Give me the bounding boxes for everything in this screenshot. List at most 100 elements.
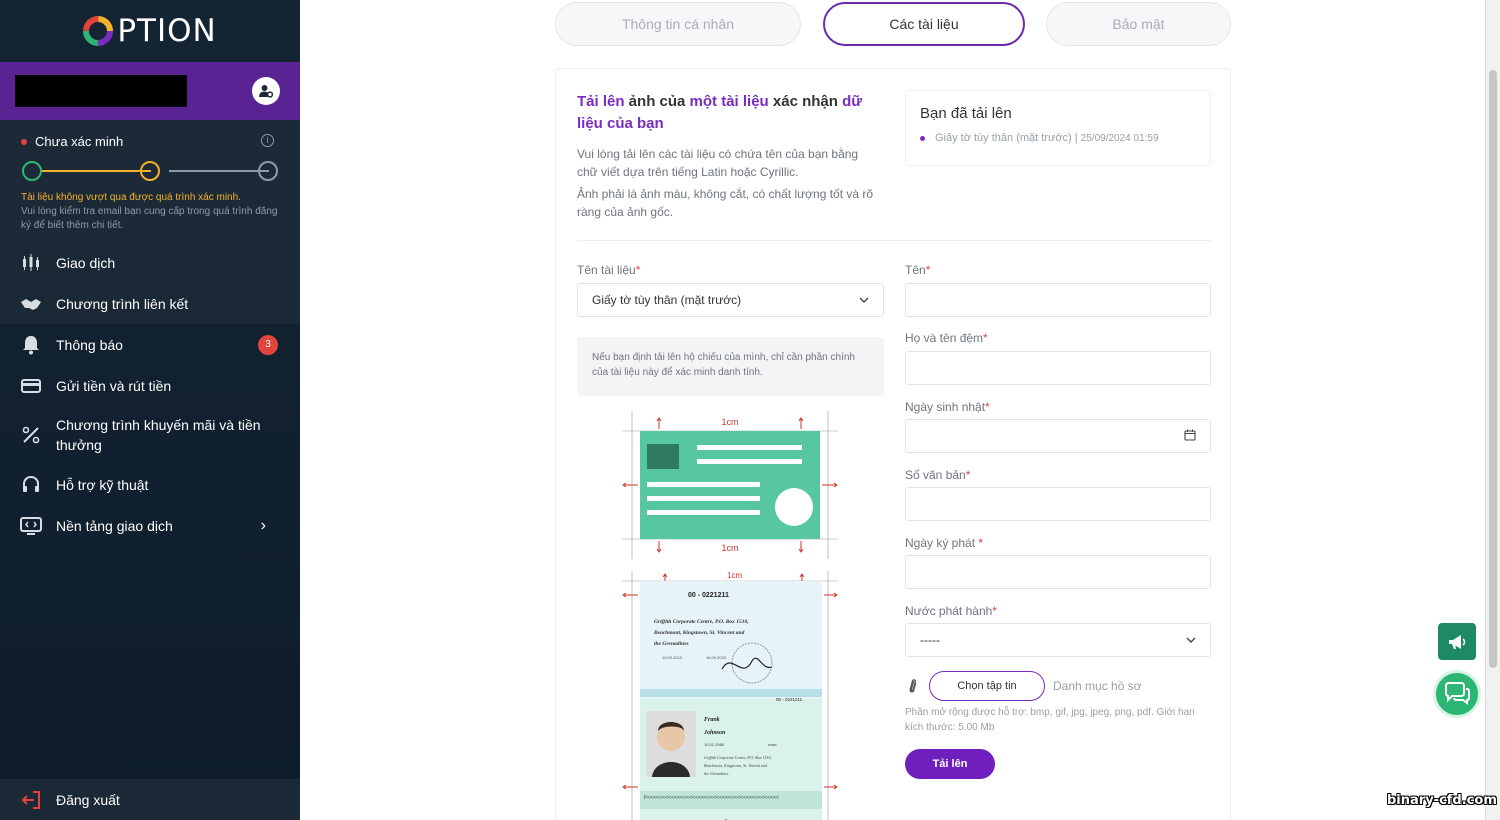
doc-number-input[interactable] — [905, 487, 1211, 521]
sidebar-item-notifications[interactable]: Thông báo 3 — [0, 324, 300, 365]
first-name-input[interactable] — [905, 283, 1211, 317]
mrz-line: P<<<<<<<<<<<<<<<<<<<<<<<<<<<<<<<<<<<<<<<… — [644, 795, 779, 801]
sidebar-item-platforms[interactable]: Nền tảng giao dịch › — [0, 505, 300, 546]
announcements-button[interactable] — [1438, 623, 1476, 660]
holder-address-3: the Grenadines — [704, 771, 729, 776]
progress-line-pending — [169, 170, 269, 172]
id-card-illustration: 1cm 1cm — [622, 411, 838, 559]
label-text: Ngày sinh nhật — [905, 400, 986, 414]
logo-text: PTION — [117, 13, 217, 49]
required-mark: * — [985, 400, 990, 414]
watermark: binary-cfd.com — [1387, 793, 1497, 808]
label-text: Họ và tên đệm — [905, 331, 984, 345]
label-text: Tên tài liệu — [577, 263, 636, 277]
issue-date-input[interactable] — [905, 555, 1211, 589]
uploaded-item-date: 25/09/2024 01:59 — [1080, 133, 1159, 144]
label-text: Tên — [905, 263, 926, 277]
sidebar-item-trading[interactable]: Giao dịch — [0, 242, 300, 283]
tab-documents[interactable]: Các tài liệu — [823, 2, 1025, 46]
scrollbar-thumb[interactable] — [1489, 70, 1497, 668]
intro-paragraph: Vui lòng tải lên các tài liệu có chứa tê… — [577, 147, 859, 179]
holder-dob: 10.02.1980 — [704, 742, 725, 747]
upload-intro: Tải lên ảnh của một tài liệu xác nhận dữ… — [577, 91, 882, 221]
sidebar-item-label: Chương trình liên kết — [56, 295, 189, 312]
sidebar-item-affiliate[interactable]: Chương trình liên kết — [0, 283, 300, 324]
choose-file-button[interactable]: Chọn tập tin — [929, 671, 1045, 701]
margin-label: 1cm — [721, 543, 738, 553]
birthday-input[interactable] — [905, 419, 1211, 453]
notification-badge: 3 — [258, 334, 278, 355]
logout-button[interactable]: Đăng xuất — [0, 779, 300, 820]
doc-type-select[interactable]: Giấy tờ tùy thân (mặt trước) — [577, 283, 884, 317]
sidebar-menu: Giao dịch Chương trình liên kết Thông bá… — [0, 242, 300, 546]
sidebar-item-support[interactable]: Hỗ trợ kỹ thuật — [0, 464, 300, 505]
logout-label: Đăng xuất — [56, 791, 120, 808]
country-value: ----- — [920, 633, 940, 647]
label-text: Ngày ký phát — [905, 536, 979, 550]
sidebar-item-deposit[interactable]: Gửi tiền và rút tiền — [0, 365, 300, 406]
passport-date-2: 16.09.2023 — [706, 655, 727, 660]
upload-button-label: Tải lên — [932, 758, 968, 770]
tab-label: Bảo mật — [1112, 16, 1165, 32]
sidebar-item-promotions[interactable]: Chương trình khuyến mãi và tiền thưởng — [0, 406, 300, 464]
choose-file-label: Chọn tập tin — [957, 680, 1017, 692]
chevron-down-icon — [1186, 634, 1196, 646]
tab-personal-info[interactable]: Thông tin cá nhân — [555, 2, 801, 46]
sample-passport-image: 1cm 00 - 0221211 Griffith Corporate Cent… — [622, 571, 838, 820]
progress-step-2 — [140, 161, 160, 181]
required-mark: * — [925, 263, 931, 277]
birthday-label: Ngày sinh nhật* — [905, 400, 990, 414]
required-mark: * — [965, 468, 971, 482]
uploaded-item-name: Giấy tờ tùy thân (mặt trước) | — [935, 132, 1078, 144]
margin-label: 1cm — [721, 417, 738, 427]
user-bar — [0, 62, 300, 120]
passport-number: 00 - 0221211 — [688, 592, 729, 599]
passport-date-1: 10.09.2013 — [662, 655, 683, 660]
chevron-right-icon: › — [260, 516, 266, 534]
sample-id-card-image: 1cm 1cm — [622, 411, 838, 559]
country-select[interactable]: ----- — [905, 623, 1211, 657]
chat-button[interactable] — [1433, 670, 1481, 718]
intro-paragraph: Ảnh phải là ảnh màu, không cắt, có chất … — [577, 187, 874, 219]
logo[interactable]: PTION — [0, 0, 300, 62]
megaphone-icon — [1449, 634, 1466, 649]
candlestick-icon — [20, 252, 42, 274]
last-name-input[interactable] — [905, 351, 1211, 385]
sidebar-item-label: Thông báo — [56, 336, 123, 353]
passport-address-1: Griffith Corporate Centre, P.O. Box 1510… — [654, 619, 749, 625]
tab-security[interactable]: Bảo mật — [1046, 2, 1231, 46]
headset-icon — [20, 474, 42, 496]
scrollbar[interactable] — [1486, 0, 1500, 820]
bell-icon — [20, 334, 42, 356]
intro-title-part: ảnh của — [624, 93, 690, 110]
intro-title-part: Tải lên — [577, 93, 625, 110]
required-mark: * — [978, 536, 984, 550]
verification-warning: Tài liệu không vượt qua được quá trình x… — [21, 192, 241, 203]
progress-step-3 — [258, 161, 278, 181]
tab-label: Các tài liệu — [889, 16, 959, 32]
label-text: Số văn bản — [905, 468, 966, 482]
holder-sex: male — [768, 742, 777, 747]
verification-panel: Chưa xác minh i Tài liệu không vượt qua … — [0, 120, 300, 242]
info-icon[interactable]: i — [261, 134, 274, 147]
passport-number-small: 00 - 0221211 — [776, 697, 803, 702]
sidebar-item-label: Hỗ trợ kỹ thuật — [56, 476, 149, 493]
holder-last-name: Johnson — [703, 730, 726, 736]
card-icon — [20, 375, 42, 397]
user-name-redacted — [15, 75, 187, 107]
user-settings-button[interactable] — [252, 77, 280, 105]
label-text: Nước phát hành — [905, 604, 993, 618]
uploaded-item: Giấy tờ tùy thân (mặt trước) | 25/09/202… — [920, 132, 1196, 144]
passport-illustration: 1cm 00 - 0221211 Griffith Corporate Cent… — [622, 571, 838, 820]
intro-title-part: xác nhận — [768, 93, 843, 110]
sidebar-item-label: Giao dịch — [56, 254, 116, 271]
percent-icon — [20, 424, 42, 446]
uploaded-title: Bạn đã tải lên — [920, 105, 1012, 122]
required-mark: * — [992, 604, 997, 618]
logout-icon — [20, 789, 42, 811]
issue-date-label: Ngày ký phát * — [905, 536, 983, 550]
upload-button[interactable]: Tải lên — [905, 749, 995, 779]
bullet-icon — [920, 135, 925, 141]
calendar-icon[interactable] — [1184, 429, 1196, 444]
sidebar-item-label: Nền tảng giao dịch — [56, 517, 173, 534]
